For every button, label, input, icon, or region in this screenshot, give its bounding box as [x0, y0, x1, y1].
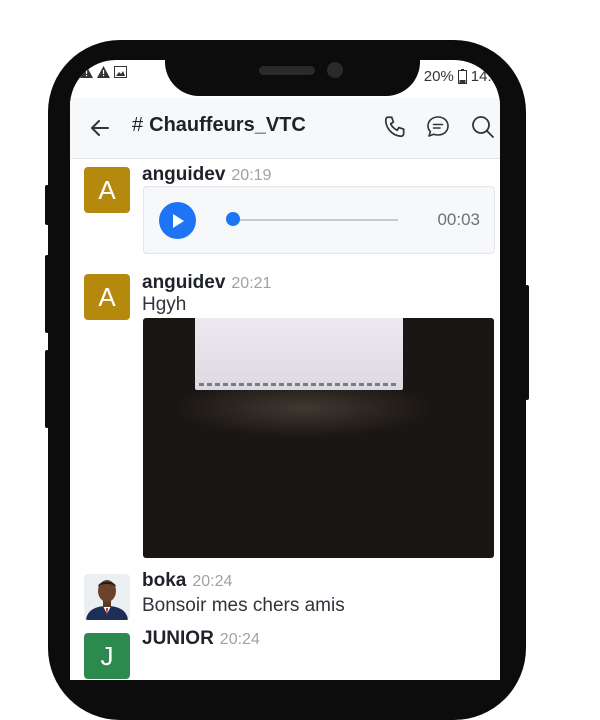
- message-text: Hgyh: [142, 294, 187, 315]
- phone-icon[interactable]: [382, 114, 408, 140]
- status-time: 14:0: [470, 68, 500, 85]
- audio-duration: 00:03: [437, 210, 480, 229]
- message-header: anguidev 20:19: [142, 164, 271, 186]
- speaker-grille: [259, 66, 315, 75]
- message-header: JUNIOR 20:24: [142, 628, 260, 650]
- play-button[interactable]: [159, 202, 196, 239]
- username[interactable]: JUNIOR: [142, 628, 214, 649]
- avatar[interactable]: J: [84, 633, 130, 679]
- audio-seek-handle[interactable]: [226, 212, 240, 226]
- battery-icon: [457, 69, 467, 84]
- phone-side-button: [45, 185, 49, 225]
- avatar[interactable]: [84, 574, 130, 620]
- battery-percent: 20%: [423, 68, 454, 85]
- image-icon: [114, 66, 127, 78]
- phone-side-button: [525, 285, 529, 400]
- play-icon: [172, 213, 184, 228]
- room-title[interactable]: # Chauffeurs_VTC: [132, 114, 306, 137]
- username[interactable]: boka: [142, 570, 186, 591]
- room-header: # Chauffeurs_VTC: [70, 98, 500, 159]
- front-camera: [327, 62, 343, 78]
- message-time: 20:24: [192, 573, 233, 590]
- username[interactable]: anguidev: [142, 272, 225, 293]
- phone-side-button: [45, 350, 49, 428]
- avatar[interactable]: A: [84, 167, 130, 213]
- audio-progress-track[interactable]: [230, 219, 398, 221]
- message-time: 20:21: [231, 275, 272, 292]
- status-icons-right: 20% 14:0: [424, 68, 500, 85]
- threads-icon[interactable]: [425, 114, 451, 140]
- message-header: anguidev 20:21: [142, 272, 271, 294]
- room-name: Chauffeurs_VTC: [149, 114, 306, 136]
- phone-notch: [165, 60, 420, 96]
- status-icons-left: [80, 66, 127, 78]
- warning-icon: [97, 66, 110, 78]
- image-attachment[interactable]: [143, 318, 494, 558]
- back-arrow-icon[interactable]: [88, 116, 112, 140]
- message-time: 20:19: [231, 167, 272, 184]
- search-icon[interactable]: [470, 114, 496, 140]
- image-content: [195, 318, 403, 390]
- channel-hash-icon: #: [132, 114, 144, 136]
- audio-player: 00:03: [143, 186, 495, 254]
- app-screen: 20% 14:0 # Chauffeurs_VTC A anguidev 20:19: [70, 60, 500, 680]
- phone-side-button: [45, 255, 49, 333]
- message-text: Bonsoir mes chers amis: [142, 595, 345, 616]
- username[interactable]: anguidev: [142, 164, 225, 185]
- avatar[interactable]: A: [84, 274, 130, 320]
- warning-icon: [80, 66, 93, 78]
- message-time: 20:24: [219, 631, 260, 648]
- message-header: boka 20:24: [142, 570, 232, 592]
